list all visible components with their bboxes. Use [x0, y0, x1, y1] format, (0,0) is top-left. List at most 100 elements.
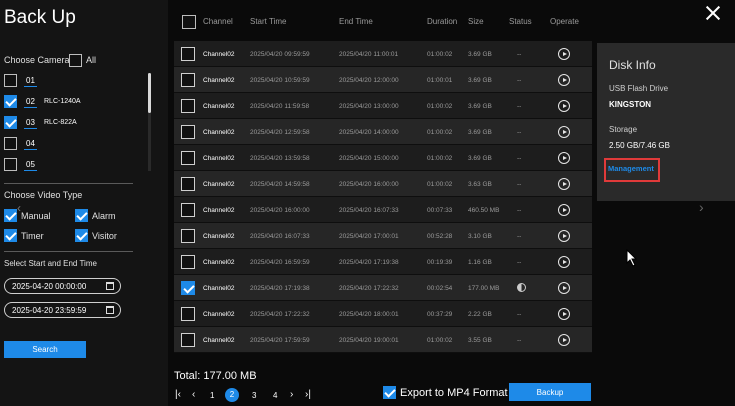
play-icon[interactable]	[558, 74, 570, 86]
table-row[interactable]: Channel02 2025/04/20 10:59:59 2025/04/20 1…	[174, 67, 592, 93]
video-type-visitor-checkbox[interactable]	[75, 229, 88, 242]
cell-start-time: 2025/04/20 11:59:58	[250, 103, 310, 110]
camera-all-checkbox[interactable]	[69, 54, 82, 67]
cell-status: --	[517, 259, 522, 266]
cell-duration: 01:00:02	[427, 181, 453, 188]
cell-channel: Channel02	[203, 129, 235, 136]
table-row[interactable]: Channel02 2025/04/20 17:22:32 2025/04/20 1…	[174, 301, 592, 327]
play-icon[interactable]	[558, 152, 570, 164]
backup-button[interactable]: Backup	[509, 383, 591, 401]
camera-model: RLC-822A	[44, 119, 77, 126]
close-icon[interactable]	[705, 5, 721, 21]
cell-start-time: 2025/04/20 16:07:33	[250, 233, 310, 240]
play-icon[interactable]	[558, 48, 570, 60]
row-checkbox[interactable]	[181, 203, 195, 217]
table-row[interactable]: Channel02 2025/04/20 13:59:58 2025/04/20 1…	[174, 145, 592, 171]
row-checkbox[interactable]	[181, 307, 195, 321]
end-time-field[interactable]: 2025-04-20 23:59:59	[4, 302, 121, 318]
page-1[interactable]: 1	[210, 391, 214, 400]
column-header-size: Size	[468, 17, 484, 26]
calendar-icon[interactable]	[106, 282, 114, 290]
cell-status: --	[517, 181, 522, 188]
table-row[interactable]: Channel02 2025/04/20 16:59:59 2025/04/20 1…	[174, 249, 592, 275]
column-header-status: Status	[509, 17, 532, 26]
play-icon[interactable]	[558, 100, 570, 112]
play-icon[interactable]	[558, 178, 570, 190]
camera-number: 04	[24, 139, 37, 150]
play-icon[interactable]	[558, 256, 570, 268]
row-checkbox[interactable]	[181, 177, 195, 191]
row-checkbox[interactable]	[181, 73, 195, 87]
start-time-field[interactable]: 2025-04-20 00:00:00	[4, 278, 121, 294]
cell-end-time: 2025/04/20 12:00:00	[339, 77, 399, 84]
play-icon[interactable]	[558, 308, 570, 320]
play-icon[interactable]	[558, 282, 570, 294]
table-row[interactable]: Channel02 2025/04/20 14:59:58 2025/04/20 1…	[174, 171, 592, 197]
page-2-current[interactable]: 2	[225, 388, 239, 402]
cell-end-time: 2025/04/20 17:19:38	[339, 259, 399, 266]
video-type-alarm-checkbox[interactable]	[75, 209, 88, 222]
disk-info-panel: Disk Info USB Flash Drive KINGSTON Stora…	[597, 43, 735, 201]
management-link[interactable]: Management	[608, 164, 654, 173]
play-icon[interactable]	[558, 334, 570, 346]
first-page-icon[interactable]: |‹	[175, 389, 181, 400]
cell-status: --	[517, 129, 522, 136]
camera-list-scrollbar[interactable]	[148, 73, 151, 171]
chevron-right-icon[interactable]: ›	[699, 199, 704, 215]
cell-end-time: 2025/04/20 17:00:01	[339, 233, 399, 240]
device-type-label: USB Flash Drive	[609, 84, 669, 93]
cell-end-time: 2025/04/20 19:00:01	[339, 337, 399, 344]
table-row[interactable]: Channel02 2025/04/20 16:07:33 2025/04/20 1…	[174, 223, 592, 249]
camera-checkbox-01[interactable]	[4, 74, 17, 87]
export-mp4-checkbox[interactable]	[383, 386, 396, 399]
cell-duration: 01:00:01	[427, 77, 453, 84]
video-type-manual-checkbox[interactable]	[4, 209, 17, 222]
column-header-end-time: End Time	[339, 17, 373, 26]
cell-duration: 00:19:39	[427, 259, 453, 266]
cell-size: 460.50 MB	[468, 207, 500, 214]
table-row[interactable]: Channel02 2025/04/20 17:59:59 2025/04/20 1…	[174, 327, 592, 353]
choose-camera-label: Choose Camera	[4, 55, 70, 65]
camera-checkbox-02[interactable]	[4, 95, 17, 108]
calendar-icon[interactable]	[106, 306, 114, 314]
table-row[interactable]: Channel02 2025/04/20 11:59:58 2025/04/20 1…	[174, 93, 592, 119]
row-checkbox[interactable]	[181, 151, 195, 165]
chevron-left-icon[interactable]: ‹	[17, 201, 21, 215]
camera-checkbox-03[interactable]	[4, 116, 17, 129]
play-icon[interactable]	[558, 230, 570, 242]
cell-duration: 00:02:54	[427, 285, 453, 292]
table-row[interactable]: Channel02 2025/04/20 09:59:59 2025/04/20 1…	[174, 41, 592, 67]
camera-checkbox-05[interactable]	[4, 158, 17, 171]
row-checkbox[interactable]	[181, 47, 195, 61]
page-3[interactable]: 3	[252, 391, 256, 400]
table-row[interactable]: Channel02 2025/04/20 12:59:58 2025/04/20 1…	[174, 119, 592, 145]
table-row[interactable]: Channel02 2025/04/20 17:19:38 2025/04/20 1…	[174, 275, 592, 301]
play-icon[interactable]	[558, 126, 570, 138]
cell-channel: Channel02	[203, 51, 235, 58]
cell-size: 3.69 GB	[468, 129, 492, 136]
next-page-icon[interactable]: ›	[290, 389, 293, 400]
cell-channel: Channel02	[203, 155, 235, 162]
choose-video-type-label: Choose Video Type	[4, 190, 83, 200]
column-header-channel: Channel	[203, 17, 233, 26]
cell-status: --	[517, 155, 522, 162]
search-button[interactable]: Search	[4, 341, 86, 358]
cell-size: 1.16 GB	[468, 259, 492, 266]
camera-checkbox-04[interactable]	[4, 137, 17, 150]
row-checkbox[interactable]	[181, 229, 195, 243]
row-checkbox[interactable]	[181, 255, 195, 269]
row-checkbox[interactable]	[181, 333, 195, 347]
select-all-checkbox[interactable]	[182, 15, 196, 29]
cell-start-time: 2025/04/20 14:59:58	[250, 181, 310, 188]
row-checkbox[interactable]	[181, 281, 195, 295]
last-page-icon[interactable]: ›|	[305, 389, 311, 400]
play-icon[interactable]	[558, 204, 570, 216]
row-checkbox[interactable]	[181, 99, 195, 113]
prev-page-icon[interactable]: ‹	[192, 389, 195, 400]
video-type-timer-checkbox[interactable]	[4, 229, 17, 242]
page-4[interactable]: 4	[273, 391, 277, 400]
scrollbar-thumb[interactable]	[148, 73, 151, 113]
total-size: Total: 177.00 MB	[174, 370, 257, 382]
table-row[interactable]: Channel02 2025/04/20 16:00:00 2025/04/20 1…	[174, 197, 592, 223]
row-checkbox[interactable]	[181, 125, 195, 139]
